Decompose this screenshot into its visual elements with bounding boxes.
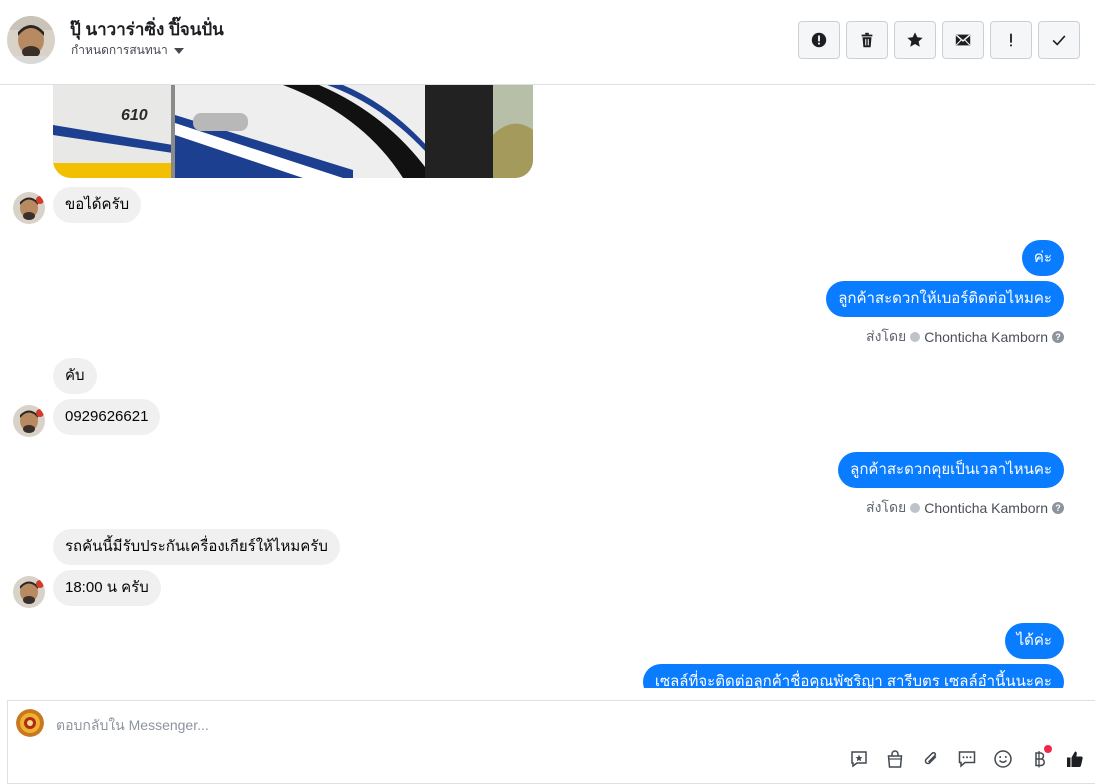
incoming-message[interactable]: 0929626621 <box>53 399 161 435</box>
star-button[interactable] <box>894 21 936 59</box>
mark-spam-button[interactable] <box>798 21 840 59</box>
photo-model-text: 610 <box>121 107 148 124</box>
header-actions <box>798 21 1080 59</box>
reply-composer: ตอบกลับใน Messenger... <box>7 700 1095 784</box>
assign-conversation-dropdown[interactable]: กำหนดการสนทนา <box>71 41 184 60</box>
caret-down-icon <box>173 48 184 54</box>
chat-bubble-icon <box>958 751 976 768</box>
agent-name[interactable]: Chonticha Kamborn <box>924 500 1048 516</box>
outgoing-message[interactable]: เซลล์ที่จะติดต่อลูกค้าชื่อคุณพัชริญา สาร… <box>642 664 1064 688</box>
envelope-icon <box>955 34 971 46</box>
incoming-message[interactable]: ขอได้ครับ <box>53 187 142 223</box>
alert-circle-icon <box>811 32 827 48</box>
verified-check-icon <box>910 503 921 513</box>
help-icon[interactable]: ? <box>1052 331 1064 343</box>
thumbs-up-icon <box>1067 751 1083 767</box>
incoming-message[interactable]: รถคันนี้มีรับประกันเครื่องเกียร์ให้ไหมคร… <box>53 529 340 565</box>
contact-avatar-small[interactable] <box>13 192 45 224</box>
contact-avatar-small[interactable] <box>13 576 45 608</box>
attached-photo[interactable]: 610 <box>53 85 533 178</box>
contact-avatar[interactable] <box>7 16 55 64</box>
follow-up-button[interactable] <box>990 21 1032 59</box>
contact-name[interactable]: ปุ๊ นาวาร่าซิ่ง ปิ๊จนปั่น <box>70 16 224 43</box>
shop-button[interactable] <box>883 747 907 771</box>
outgoing-message[interactable]: ได้ค่ะ <box>1004 623 1064 659</box>
star-icon <box>907 32 923 47</box>
outgoing-message[interactable]: ลูกค้าสะดวกคุยเป็นเวลาไหนคะ <box>838 452 1064 488</box>
outgoing-message[interactable]: ลูกค้าสะดวกให้เบอร์ติดต่อไหมคะ <box>826 281 1064 317</box>
assign-conversation-label: กำหนดการสนทนา <box>71 43 168 57</box>
sent-by-label: ส่งโดย Chonticha Kamborn ? <box>866 497 1064 519</box>
incoming-message[interactable]: 18:00 น ครับ <box>53 570 161 606</box>
attach-button[interactable] <box>919 747 943 771</box>
outgoing-message[interactable]: ค่ะ <box>1021 240 1064 276</box>
mark-done-button[interactable] <box>1038 21 1080 59</box>
composer-toolbar <box>847 745 1087 771</box>
delete-button[interactable] <box>846 21 888 59</box>
help-icon[interactable]: ? <box>1052 502 1064 514</box>
smiley-icon <box>994 750 1012 768</box>
like-button[interactable] <box>1063 747 1087 771</box>
contact-avatar-small[interactable] <box>13 405 45 437</box>
saved-reply-icon <box>851 751 867 768</box>
emoji-button[interactable] <box>991 747 1015 771</box>
reply-input[interactable]: ตอบกลับใน Messenger... <box>56 715 209 737</box>
sent-by-prefix: ส่งโดย <box>866 328 907 344</box>
incoming-message[interactable]: คับ <box>53 358 97 394</box>
sent-by-prefix: ส่งโดย <box>866 499 907 515</box>
quick-reply-button[interactable] <box>955 747 979 771</box>
conversation-header: ปุ๊ นาวาร่าซิ่ง ปิ๊จนปั่น กำหนดการสนทนา <box>0 0 1095 85</box>
sent-by-label: ส่งโดย Chonticha Kamborn ? <box>866 326 1064 348</box>
mark-unread-button[interactable] <box>942 21 984 59</box>
message-thread[interactable]: 610 ขอได้ครับ ค่ะ ลูกค้าสะดวกให้เบอร์ติด… <box>0 85 1095 688</box>
saved-reply-button[interactable] <box>847 747 871 771</box>
shop-bag-icon <box>887 750 903 768</box>
agent-name[interactable]: Chonticha Kamborn <box>924 329 1048 345</box>
paperclip-icon <box>924 751 937 765</box>
notification-dot <box>1044 745 1052 753</box>
page-avatar <box>16 709 44 737</box>
payment-button[interactable] <box>1027 745 1052 771</box>
check-icon <box>1052 35 1066 46</box>
exclamation-icon <box>1010 33 1012 47</box>
verified-check-icon <box>910 332 921 342</box>
trash-icon <box>861 32 873 48</box>
